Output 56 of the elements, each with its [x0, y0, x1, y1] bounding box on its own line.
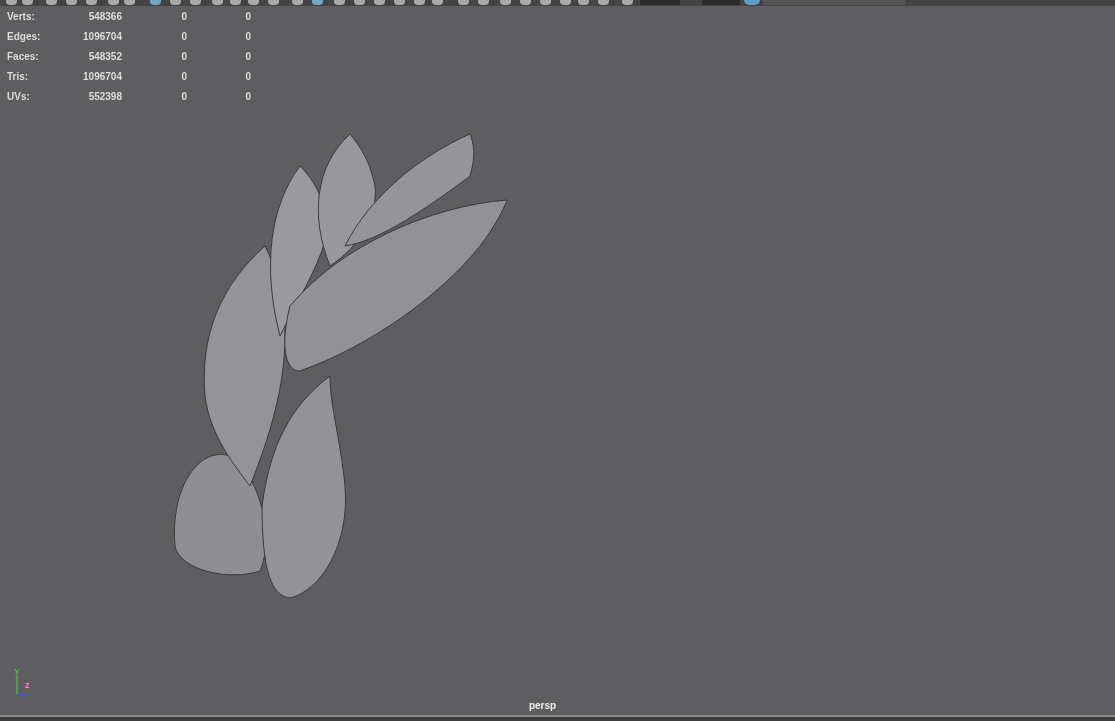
stat-label: UVs:	[7, 90, 31, 103]
toolbar-icon[interactable]	[414, 0, 425, 5]
stat-label: Tris:	[7, 70, 30, 83]
toolbar-icon[interactable]	[334, 0, 345, 5]
toolbar-icon[interactable]	[394, 0, 405, 5]
stat-value: 0	[244, 30, 251, 43]
toolbar-icon[interactable]	[66, 0, 77, 5]
toolbar-icon[interactable]	[432, 0, 443, 5]
toolbar-icon[interactable]	[744, 0, 760, 5]
toolbar-icon[interactable]	[124, 0, 135, 5]
toolbar-icon[interactable]	[520, 0, 531, 5]
stat-value: 1096704	[82, 70, 122, 83]
stat-value: 0	[244, 50, 251, 63]
toolbar-icon[interactable]	[622, 0, 633, 5]
stat-value: 0	[244, 90, 251, 103]
toolbar-icon[interactable]	[598, 0, 609, 5]
toolbar-icon[interactable]	[86, 0, 97, 5]
toolbar-icon[interactable]	[478, 0, 489, 5]
stat-label: Edges:	[7, 30, 42, 43]
toolbar-icon[interactable]	[374, 0, 385, 5]
stat-value: 552398	[87, 90, 122, 103]
toolbar-icon[interactable]	[230, 0, 241, 5]
toolbar-icon[interactable]	[458, 0, 469, 5]
stat-value: 0	[244, 70, 251, 83]
toolbar-icon[interactable]	[578, 0, 589, 5]
stat-value: 0	[244, 10, 251, 23]
stat-label: Verts:	[7, 10, 36, 23]
stat-value: 0	[180, 90, 187, 103]
toolbar-icon[interactable]	[500, 0, 511, 5]
toolbar-icon[interactable]	[212, 0, 223, 5]
stat-value: 548366	[87, 10, 122, 23]
axis-label: y	[15, 666, 19, 675]
toolbar-icon[interactable]	[354, 0, 365, 5]
toolbar-icon[interactable]	[312, 0, 323, 5]
toolbar-icon[interactable]	[292, 0, 303, 5]
stat-value: 0	[180, 50, 187, 63]
toolbar-icon[interactable]	[560, 0, 571, 5]
toolbar-icon[interactable]	[268, 0, 279, 5]
toolbar-icon[interactable]	[248, 0, 259, 5]
stat-value: 0	[180, 10, 187, 23]
toolbar-icon[interactable]	[22, 0, 33, 5]
toolbar-icon[interactable]	[190, 0, 201, 5]
toolbar-icon[interactable]	[540, 0, 551, 5]
axis-label: z	[25, 681, 30, 690]
camera-label: persp	[528, 699, 557, 713]
stat-value: 548352	[87, 50, 122, 63]
toolbar-icon[interactable]	[6, 0, 17, 5]
toolbar-icon[interactable]	[170, 0, 181, 5]
toolbar-icon[interactable]	[108, 0, 119, 5]
toolbar-icon[interactable]	[150, 0, 161, 5]
stat-value: 0	[180, 70, 187, 83]
stat-value: 1096704	[82, 30, 122, 43]
stat-value: 0	[180, 30, 187, 43]
stat-label: Faces:	[7, 50, 40, 63]
toolbar-icon[interactable]	[46, 0, 57, 5]
axis-icon	[15, 675, 29, 697]
